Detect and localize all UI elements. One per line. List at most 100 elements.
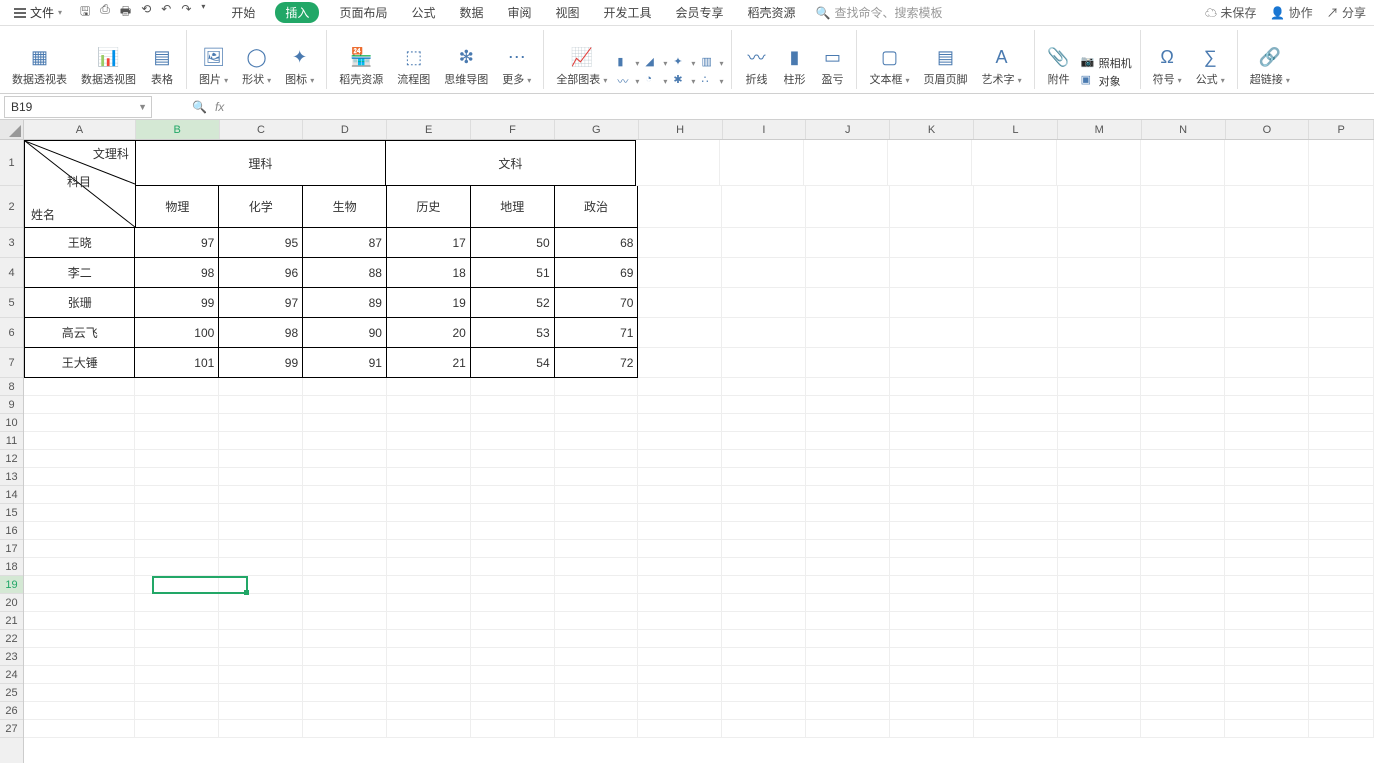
cell[interactable]: 69	[555, 258, 639, 288]
cell[interactable]	[303, 612, 387, 630]
cell[interactable]	[1141, 612, 1225, 630]
pivot-chart-button[interactable]: 📊数据透视图	[77, 43, 140, 89]
cell[interactable]	[1225, 468, 1309, 486]
cell[interactable]	[555, 504, 639, 522]
cell[interactable]	[722, 684, 806, 702]
col-head-C[interactable]: C	[220, 120, 304, 139]
cell[interactable]	[1058, 288, 1142, 318]
cell[interactable]	[471, 504, 555, 522]
cell[interactable]	[722, 288, 806, 318]
cell[interactable]	[1141, 432, 1225, 450]
cell[interactable]	[890, 258, 974, 288]
chart-scatter-small[interactable]: ∴▾	[701, 73, 723, 89]
cell[interactable]	[471, 612, 555, 630]
col-head-I[interactable]: I	[723, 120, 807, 139]
select-all-corner[interactable]	[0, 120, 23, 140]
cell[interactable]	[219, 558, 303, 576]
cell[interactable]	[471, 558, 555, 576]
row-head-10[interactable]: 10	[0, 414, 23, 432]
cell[interactable]	[1309, 666, 1374, 684]
cell[interactable]	[806, 414, 890, 432]
redo-icon[interactable]: ↷	[181, 2, 191, 23]
row-head-22[interactable]: 22	[0, 630, 23, 648]
cell[interactable]	[24, 648, 135, 666]
cell[interactable]	[387, 432, 471, 450]
cell[interactable]	[1309, 450, 1374, 468]
cell[interactable]	[1309, 576, 1374, 594]
cell[interactable]	[1141, 540, 1225, 558]
cell[interactable]	[1141, 720, 1225, 738]
cell[interactable]	[219, 576, 303, 594]
cell[interactable]	[974, 258, 1058, 288]
cell[interactable]	[638, 576, 722, 594]
cell[interactable]	[890, 630, 974, 648]
fx-icon[interactable]: fx	[215, 100, 224, 114]
cell[interactable]: 88	[303, 258, 387, 288]
cell[interactable]	[555, 630, 639, 648]
cell[interactable]	[471, 648, 555, 666]
cell[interactable]	[219, 378, 303, 396]
pivot-table-button[interactable]: ▦数据透视表	[8, 43, 71, 89]
cell[interactable]	[890, 348, 974, 378]
cell[interactable]	[1141, 522, 1225, 540]
cell[interactable]	[806, 348, 890, 378]
cell[interactable]	[722, 450, 806, 468]
cell[interactable]	[638, 468, 722, 486]
cell[interactable]: 李二	[24, 258, 135, 288]
cell[interactable]	[1225, 486, 1309, 504]
cell[interactable]	[1058, 684, 1142, 702]
cell[interactable]	[638, 720, 722, 738]
cell[interactable]	[1309, 594, 1374, 612]
cell[interactable]	[722, 258, 806, 288]
cell[interactable]	[890, 486, 974, 504]
cell[interactable]	[890, 504, 974, 522]
cell[interactable]	[638, 228, 722, 258]
cell[interactable]	[555, 522, 639, 540]
cell[interactable]: 89	[303, 288, 387, 318]
cell[interactable]	[1058, 522, 1142, 540]
cell[interactable]	[722, 378, 806, 396]
tab-home[interactable]: 开始	[227, 2, 259, 23]
cell[interactable]	[638, 432, 722, 450]
cell[interactable]	[806, 684, 890, 702]
cell[interactable]	[219, 450, 303, 468]
cell[interactable]	[974, 576, 1058, 594]
cell[interactable]	[24, 432, 135, 450]
cell[interactable]	[806, 630, 890, 648]
cell[interactable]: 物理	[135, 186, 219, 228]
cell[interactable]	[135, 432, 219, 450]
cell[interactable]	[806, 288, 890, 318]
cell[interactable]	[974, 504, 1058, 522]
cell[interactable]	[1225, 186, 1309, 228]
cell[interactable]	[387, 576, 471, 594]
cell[interactable]	[555, 684, 639, 702]
cell[interactable]	[806, 450, 890, 468]
cell[interactable]	[24, 702, 135, 720]
cell[interactable]	[806, 396, 890, 414]
cell[interactable]	[974, 594, 1058, 612]
cell[interactable]	[890, 666, 974, 684]
sparkline-line-button[interactable]: 〰折线	[740, 43, 772, 89]
cell[interactable]	[806, 258, 890, 288]
cell[interactable]	[804, 140, 888, 186]
cell[interactable]	[636, 140, 720, 186]
cell[interactable]	[1141, 228, 1225, 258]
cell[interactable]	[219, 414, 303, 432]
cell[interactable]	[303, 540, 387, 558]
mindmap-button[interactable]: ❇思维导图	[440, 43, 492, 89]
cell[interactable]	[555, 486, 639, 504]
cell[interactable]: 50	[471, 228, 555, 258]
cell[interactable]	[555, 558, 639, 576]
cell[interactable]	[638, 378, 722, 396]
cell[interactable]	[1225, 318, 1309, 348]
tab-view[interactable]: 视图	[552, 2, 584, 23]
cell[interactable]	[806, 594, 890, 612]
cell[interactable]	[219, 396, 303, 414]
name-box[interactable]: B19 ▼	[4, 96, 152, 118]
cell[interactable]	[1309, 558, 1374, 576]
cell[interactable]	[135, 630, 219, 648]
cell[interactable]	[974, 630, 1058, 648]
cell[interactable]	[1058, 576, 1142, 594]
cell[interactable]	[890, 396, 974, 414]
cell[interactable]	[974, 702, 1058, 720]
